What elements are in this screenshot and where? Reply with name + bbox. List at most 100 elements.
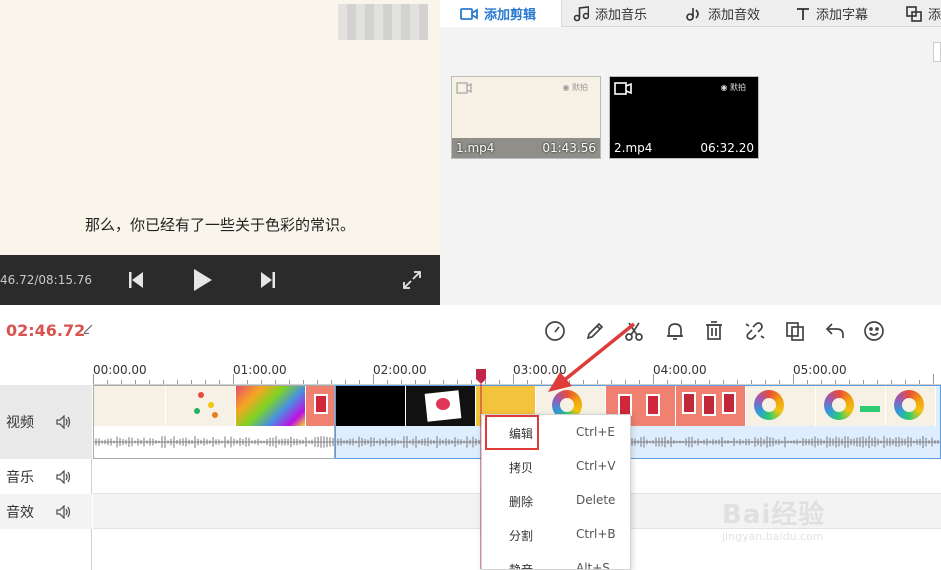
blurred-region <box>338 4 428 40</box>
media-clip-1[interactable]: ◉ 默拍 1.mp4 01:43.56 <box>451 76 601 159</box>
clip-duration: 06:32.20 <box>700 141 754 155</box>
ruler-tick <box>681 380 682 384</box>
tab-add-music[interactable]: 添加音乐 <box>573 0 647 27</box>
ruler-tick <box>583 380 584 384</box>
ruler-tick <box>205 380 206 384</box>
ruler-tick <box>443 380 444 384</box>
menu-item-shortcut: Delete <box>576 493 616 507</box>
ruler-label: 02:00.00 <box>373 363 427 377</box>
tab-add-overlay[interactable]: 添 <box>906 0 941 27</box>
ruler-tick <box>289 380 290 384</box>
scissors-icon[interactable] <box>623 320 645 342</box>
video-camera-icon <box>614 82 632 95</box>
fullscreen-icon[interactable] <box>400 268 424 292</box>
ruler-tick <box>611 380 612 384</box>
speaker-icon[interactable] <box>56 415 72 429</box>
speaker-icon[interactable] <box>56 504 72 519</box>
clip-thumbnail <box>886 386 936 426</box>
clip-thumbnail <box>236 386 306 426</box>
menu-item-split[interactable]: 分割 Ctrl+B <box>482 517 630 551</box>
ruler-tick <box>233 374 234 384</box>
speaker-icon[interactable] <box>56 469 72 484</box>
current-time: 02:46.72 <box>6 321 86 340</box>
ruler-tick <box>821 380 822 384</box>
timeline-clip-2[interactable] <box>335 385 941 459</box>
ruler-tick <box>303 380 304 384</box>
ruler-tick <box>107 380 108 384</box>
media-clip-2[interactable]: ◉ 默拍 2.mp4 06:32.20 <box>609 76 759 159</box>
tab-add-subtitle[interactable]: 添加字幕 <box>796 0 868 27</box>
ruler-tick <box>765 380 766 384</box>
clip-thumbnail <box>406 386 476 426</box>
trash-icon[interactable] <box>703 320 725 342</box>
skip-previous-icon[interactable] <box>124 268 148 292</box>
smiley-icon[interactable] <box>863 320 885 342</box>
ruler-tick <box>149 380 150 384</box>
ruler-tick <box>415 380 416 384</box>
ruler-tick <box>345 380 346 384</box>
menu-item-shortcut: Alt+S <box>576 561 610 570</box>
ruler-tick <box>429 380 430 384</box>
menu-item-mute[interactable]: 静音 Alt+S <box>482 551 630 570</box>
ruler-label: 04:00.00 <box>653 363 707 377</box>
menu-item-copy[interactable]: 拷贝 Ctrl+V <box>482 449 630 483</box>
ruler-tick <box>219 380 220 384</box>
tab-add-clip[interactable]: 添加剪辑 <box>440 0 562 27</box>
ruler-tick <box>471 380 472 384</box>
ruler-tick <box>653 374 654 384</box>
copy-icon[interactable] <box>784 320 806 342</box>
ruler-tick <box>541 380 542 384</box>
ruler-tick <box>373 374 374 384</box>
ruler-tick <box>737 380 738 384</box>
track-label-sound-effect: 音效 <box>0 494 92 529</box>
track-name: 音乐 <box>6 469 34 486</box>
bell-icon[interactable] <box>664 320 686 342</box>
menu-item-delete[interactable]: 删除 Delete <box>482 483 630 517</box>
clip-duration: 01:43.56 <box>542 141 596 155</box>
sound-effect-icon <box>686 7 699 21</box>
ruler-tick <box>247 380 248 384</box>
clip-thumbnail <box>94 386 166 426</box>
brand-badge: ◉ 默拍 <box>720 83 746 92</box>
brand-badge: ◉ 默拍 <box>562 83 588 92</box>
tab-bar: 添加剪辑 添加音乐 添加音效 添加字幕 添 <box>440 0 941 27</box>
ruler-tick <box>93 374 94 384</box>
menu-item-shortcut: Ctrl+V <box>576 459 616 473</box>
ruler-tick <box>849 380 850 384</box>
scrollbar[interactable] <box>933 42 941 62</box>
pencil-icon[interactable] <box>584 320 606 342</box>
ruler-tick <box>387 380 388 384</box>
ruler-tick <box>163 380 164 384</box>
ruler-tick <box>933 374 934 384</box>
tab-label: 添 <box>928 8 941 23</box>
ruler-tick <box>331 380 332 384</box>
speed-gauge-icon[interactable] <box>544 320 566 342</box>
ruler-tick <box>527 380 528 384</box>
context-menu: 编辑 Ctrl+E 拷贝 Ctrl+V 删除 Delete 分割 Ctrl+B … <box>481 414 631 570</box>
ruler-tick <box>639 380 640 384</box>
menu-item-label: 分割 <box>509 529 534 543</box>
ruler-tick <box>275 380 276 384</box>
timeline-clip-1[interactable] <box>93 385 335 459</box>
track-name: 音效 <box>6 504 34 521</box>
edit-time-icon[interactable] <box>83 324 93 334</box>
video-camera-icon <box>460 7 478 20</box>
video-camera-icon <box>456 82 472 94</box>
clip-thumbnail <box>746 386 816 426</box>
undo-icon[interactable] <box>824 320 846 342</box>
ruler-tick <box>919 380 920 384</box>
ruler-tick <box>723 380 724 384</box>
clip-thumbnail <box>816 386 886 426</box>
time-readout: 46.72/08:15.76 <box>0 273 93 287</box>
unlink-icon[interactable] <box>744 320 766 342</box>
menu-item-edit[interactable]: 编辑 Ctrl+E <box>482 415 630 449</box>
timeline-ruler[interactable]: 00:00.00 01:00.00 02:00.00 03:00.00 04:0… <box>93 357 941 385</box>
ruler-tick <box>317 380 318 384</box>
play-icon[interactable] <box>191 268 215 292</box>
audio-waveform <box>336 436 940 448</box>
ruler-label: 05:00.00 <box>793 363 847 377</box>
skip-next-icon[interactable] <box>256 268 280 292</box>
tab-add-sound-effect[interactable]: 添加音效 <box>684 0 760 27</box>
track-name: 视频 <box>6 415 34 431</box>
ruler-tick <box>863 380 864 384</box>
